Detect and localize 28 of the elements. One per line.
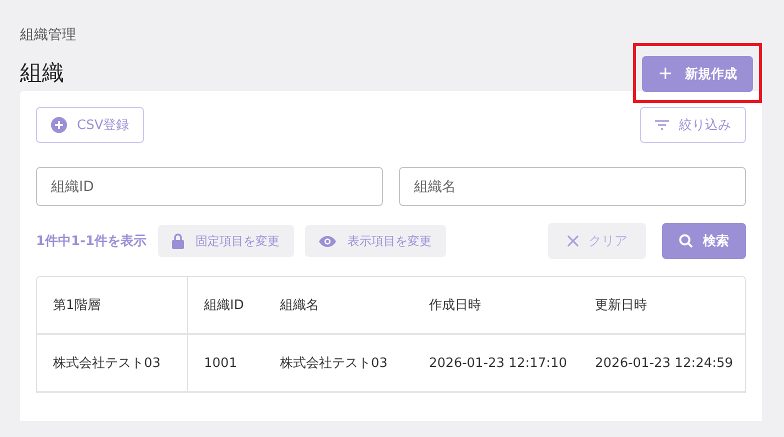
org-name-field[interactable]: 組織名: [399, 167, 746, 206]
page-title: 組織: [20, 60, 65, 88]
search-button[interactable]: 検索: [662, 223, 746, 259]
table-cell-text: 2026-01-23 12:24:59: [594, 354, 734, 372]
column-header[interactable]: 第1階層: [37, 277, 188, 333]
column-header[interactable]: 更新日時: [579, 277, 745, 333]
column-header[interactable]: 作成日時: [413, 277, 579, 333]
result-count: 1件中1-1件を表示: [36, 233, 147, 250]
lock-icon: [172, 233, 184, 249]
filter-button[interactable]: 絞り込み: [640, 107, 746, 143]
eye-icon: [318, 236, 336, 246]
table-cell-text: 株式会社テスト03: [279, 355, 389, 373]
search-icon: [679, 234, 693, 248]
plus-icon: +: [658, 65, 673, 83]
column-header[interactable]: 組織ID: [188, 277, 264, 333]
table-cell-text: 1001: [203, 354, 238, 372]
display-columns-button[interactable]: 表示項目を変更: [304, 225, 446, 257]
csv-register-button[interactable]: CSV登録: [36, 107, 144, 143]
table-cell-text: 2026-01-23 12:17:10: [428, 354, 568, 372]
table-cell: 株式会社テスト03: [37, 335, 188, 391]
close-icon: [566, 235, 578, 247]
filter-icon: [655, 120, 669, 130]
fixed-columns-button[interactable]: 固定項目を変更: [158, 225, 294, 257]
breadcrumb[interactable]: 組織管理: [20, 26, 76, 44]
column-header[interactable]: 組織名: [264, 277, 413, 333]
org-id-field[interactable]: 組織ID: [36, 167, 383, 206]
new-create-button[interactable]: + 新規作成: [642, 56, 753, 92]
add-circle-icon: [51, 117, 67, 133]
